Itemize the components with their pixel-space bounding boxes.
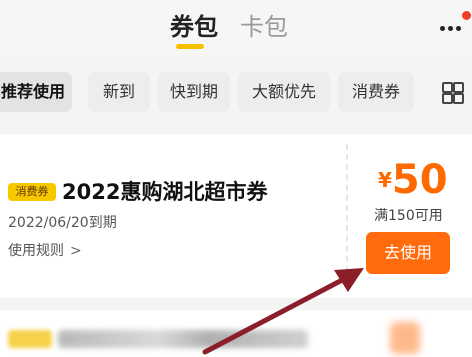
use-coupon-button[interactable]: 去使用	[366, 232, 450, 274]
usage-rules-link[interactable]: 使用规则 >	[8, 240, 82, 260]
grid-icon[interactable]	[442, 82, 464, 104]
tab-coupons[interactable]: 券包	[170, 12, 218, 42]
coupon-amount-value: 50	[391, 157, 448, 203]
more-button[interactable]	[438, 8, 472, 42]
coupon-amount: ¥50	[378, 158, 448, 202]
coupon-type-badge: 消费券	[8, 183, 56, 201]
card-divider	[346, 144, 348, 292]
coupon-2-amount-blurred	[390, 322, 420, 354]
filter-recommended[interactable]: 推荐使用	[0, 72, 72, 112]
more-icon	[440, 26, 445, 31]
filter-large-amount[interactable]: 大额优先	[238, 72, 330, 112]
coupon-condition: 满150可用	[374, 208, 443, 224]
top-tab-bar: 券包 卡包	[0, 0, 472, 58]
more-icon	[456, 26, 461, 31]
filter-new[interactable]: 新到	[88, 72, 150, 112]
coupon-2-title-blurred	[58, 330, 308, 348]
notification-dot-icon	[462, 11, 471, 20]
more-icon	[448, 26, 453, 31]
filter-bar: 推荐使用 新到 快到期 大额优先 消费券	[0, 64, 472, 118]
chevron-right-icon: >	[70, 243, 82, 259]
usage-rules-label: 使用规则	[8, 243, 64, 259]
filter-expiring[interactable]: 快到期	[158, 72, 230, 112]
coupon-expiry: 2022/06/20到期	[8, 215, 117, 231]
coupon-2-badge-blurred	[8, 330, 52, 348]
coupon-title: 2022惠购湖北超市券	[62, 180, 268, 204]
filter-consumer-coupon[interactable]: 消费券	[338, 72, 414, 112]
coupon-wallet-page: 券包 卡包 推荐使用 新到 快到期 大额优先 消费券 消费券 2022惠购湖北超…	[0, 0, 472, 357]
active-tab-indicator	[176, 44, 204, 49]
currency-symbol: ¥	[378, 168, 392, 192]
tab-cards[interactable]: 卡包	[240, 12, 288, 42]
